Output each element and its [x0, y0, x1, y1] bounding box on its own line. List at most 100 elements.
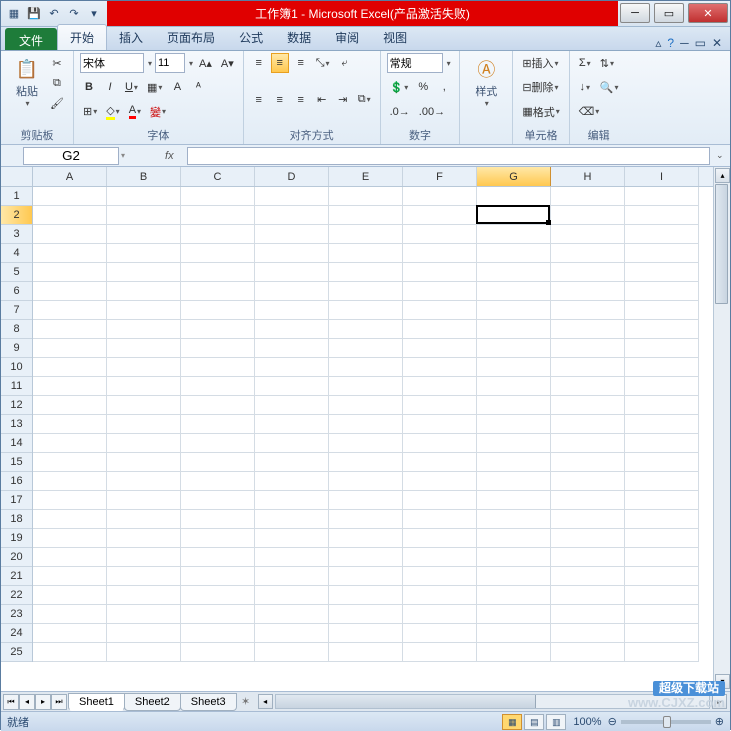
zoom-thumb[interactable] [663, 716, 671, 728]
col-header-B[interactable]: B [107, 167, 181, 186]
row-header-20[interactable]: 20 [1, 548, 32, 567]
name-box[interactable] [23, 147, 119, 165]
col-header-E[interactable]: E [329, 167, 403, 186]
cell-F20[interactable] [403, 548, 477, 567]
scroll-up-button[interactable]: ▴ [715, 168, 730, 183]
horizontal-scrollbar[interactable]: ◂ ▸ [255, 693, 730, 710]
cell-D21[interactable] [255, 567, 329, 586]
cell-B21[interactable] [107, 567, 181, 586]
cell-C10[interactable] [181, 358, 255, 377]
tab-pagelayout[interactable]: 页面布局 [155, 25, 227, 50]
cell-C1[interactable] [181, 187, 255, 206]
cell-G15[interactable] [477, 453, 551, 472]
cell-B10[interactable] [107, 358, 181, 377]
tab-insert[interactable]: 插入 [107, 25, 155, 50]
cell-E13[interactable] [329, 415, 403, 434]
cell-B9[interactable] [107, 339, 181, 358]
format-painter-button[interactable]: 🖌 [47, 93, 67, 113]
cell-D16[interactable] [255, 472, 329, 491]
row-header-1[interactable]: 1 [1, 187, 32, 206]
cell-E6[interactable] [329, 282, 403, 301]
cell-B3[interactable] [107, 225, 181, 244]
cell-D9[interactable] [255, 339, 329, 358]
wrap-text-button[interactable]: ⤶ [336, 53, 354, 73]
cell-I12[interactable] [625, 396, 699, 415]
align-bottom-button[interactable]: ≡ [292, 53, 310, 73]
cell-F7[interactable] [403, 301, 477, 320]
fill-button[interactable]: ↓▾ [576, 77, 594, 97]
cell-A25[interactable] [33, 643, 107, 662]
zoom-level[interactable]: 100% [573, 716, 601, 728]
cell-C8[interactable] [181, 320, 255, 339]
row-header-22[interactable]: 22 [1, 586, 32, 605]
cell-F14[interactable] [403, 434, 477, 453]
row-header-4[interactable]: 4 [1, 244, 32, 263]
cell-F24[interactable] [403, 624, 477, 643]
scroll-left-button[interactable]: ◂ [258, 694, 273, 709]
sheet-last-button[interactable]: ⏭ [51, 694, 67, 710]
cell-H7[interactable] [551, 301, 625, 320]
cell-D10[interactable] [255, 358, 329, 377]
cell-A4[interactable] [33, 244, 107, 263]
cell-A22[interactable] [33, 586, 107, 605]
cell-H22[interactable] [551, 586, 625, 605]
shrink-font-button[interactable]: A▾ [218, 53, 237, 73]
cell-G18[interactable] [477, 510, 551, 529]
cell-F23[interactable] [403, 605, 477, 624]
maximize-button[interactable]: ▭ [654, 3, 684, 23]
cell-G23[interactable] [477, 605, 551, 624]
cell-I10[interactable] [625, 358, 699, 377]
cell-I19[interactable] [625, 529, 699, 548]
cell-E16[interactable] [329, 472, 403, 491]
cell-B5[interactable] [107, 263, 181, 282]
align-left-button[interactable]: ≡ [250, 90, 268, 110]
cell-A18[interactable] [33, 510, 107, 529]
cell-B13[interactable] [107, 415, 181, 434]
cell-G19[interactable] [477, 529, 551, 548]
cell-D22[interactable] [255, 586, 329, 605]
cell-D3[interactable] [255, 225, 329, 244]
align-center-button[interactable]: ≡ [271, 90, 289, 110]
mdi-restore[interactable]: ▭ [695, 36, 706, 50]
cell-I5[interactable] [625, 263, 699, 282]
cell-H15[interactable] [551, 453, 625, 472]
cell-A12[interactable] [33, 396, 107, 415]
row-header-25[interactable]: 25 [1, 643, 32, 662]
cell-A14[interactable] [33, 434, 107, 453]
borders-button[interactable]: ⊞▾ [80, 102, 100, 122]
fill-color-button[interactable]: ◇▾ [103, 102, 122, 122]
cell-I25[interactable] [625, 643, 699, 662]
cell-C17[interactable] [181, 491, 255, 510]
align-right-button[interactable]: ≡ [292, 90, 310, 110]
increase-decimal-button[interactable]: .0→ [387, 102, 413, 122]
cell-D5[interactable] [255, 263, 329, 282]
cell-E19[interactable] [329, 529, 403, 548]
cell-I3[interactable] [625, 225, 699, 244]
cell-E3[interactable] [329, 225, 403, 244]
cell-G9[interactable] [477, 339, 551, 358]
underline-button[interactable]: U▾ [122, 77, 141, 97]
sheet-tab-2[interactable]: Sheet2 [124, 693, 181, 711]
grow-font-button[interactable]: A▴ [196, 53, 215, 73]
cell-D17[interactable] [255, 491, 329, 510]
cell-G21[interactable] [477, 567, 551, 586]
cell-B6[interactable] [107, 282, 181, 301]
row-header-5[interactable]: 5 [1, 263, 32, 282]
cell-I16[interactable] [625, 472, 699, 491]
cell-E10[interactable] [329, 358, 403, 377]
col-header-H[interactable]: H [551, 167, 625, 186]
cell-E7[interactable] [329, 301, 403, 320]
select-all-corner[interactable] [1, 167, 33, 187]
cell-E18[interactable] [329, 510, 403, 529]
cell-C23[interactable] [181, 605, 255, 624]
cell-I11[interactable] [625, 377, 699, 396]
col-header-I[interactable]: I [625, 167, 699, 186]
cell-H12[interactable] [551, 396, 625, 415]
cell-G22[interactable] [477, 586, 551, 605]
cell-E22[interactable] [329, 586, 403, 605]
cell-F12[interactable] [403, 396, 477, 415]
cell-C18[interactable] [181, 510, 255, 529]
new-sheet-button[interactable]: ✶ [237, 695, 255, 708]
cell-H21[interactable] [551, 567, 625, 586]
cell-A21[interactable] [33, 567, 107, 586]
